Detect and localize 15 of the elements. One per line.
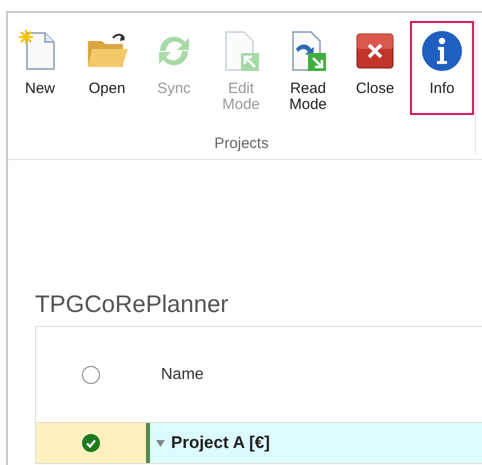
select-all-radio[interactable] bbox=[82, 366, 100, 384]
project-name: Project A [€] bbox=[171, 432, 270, 454]
ribbon-button[interactable]: Open bbox=[75, 21, 139, 115]
info-icon bbox=[420, 29, 464, 73]
info-button[interactable]: Info bbox=[410, 21, 474, 115]
app-title: TPGCoRePlanner bbox=[35, 290, 230, 320]
column-header[interactable]: Name bbox=[146, 362, 204, 386]
check-icon bbox=[82, 434, 100, 452]
name-cell[interactable]: Project A [€] bbox=[146, 423, 482, 463]
ribbon-button[interactable]: New bbox=[8, 21, 72, 115]
row-select-cell[interactable] bbox=[36, 423, 146, 463]
close-button[interactable]: Close bbox=[343, 21, 407, 115]
collapse-icon[interactable] bbox=[156, 438, 165, 448]
ribbon-button[interactable]: Read Mode bbox=[276, 21, 340, 115]
group-label: Projects bbox=[214, 134, 269, 154]
